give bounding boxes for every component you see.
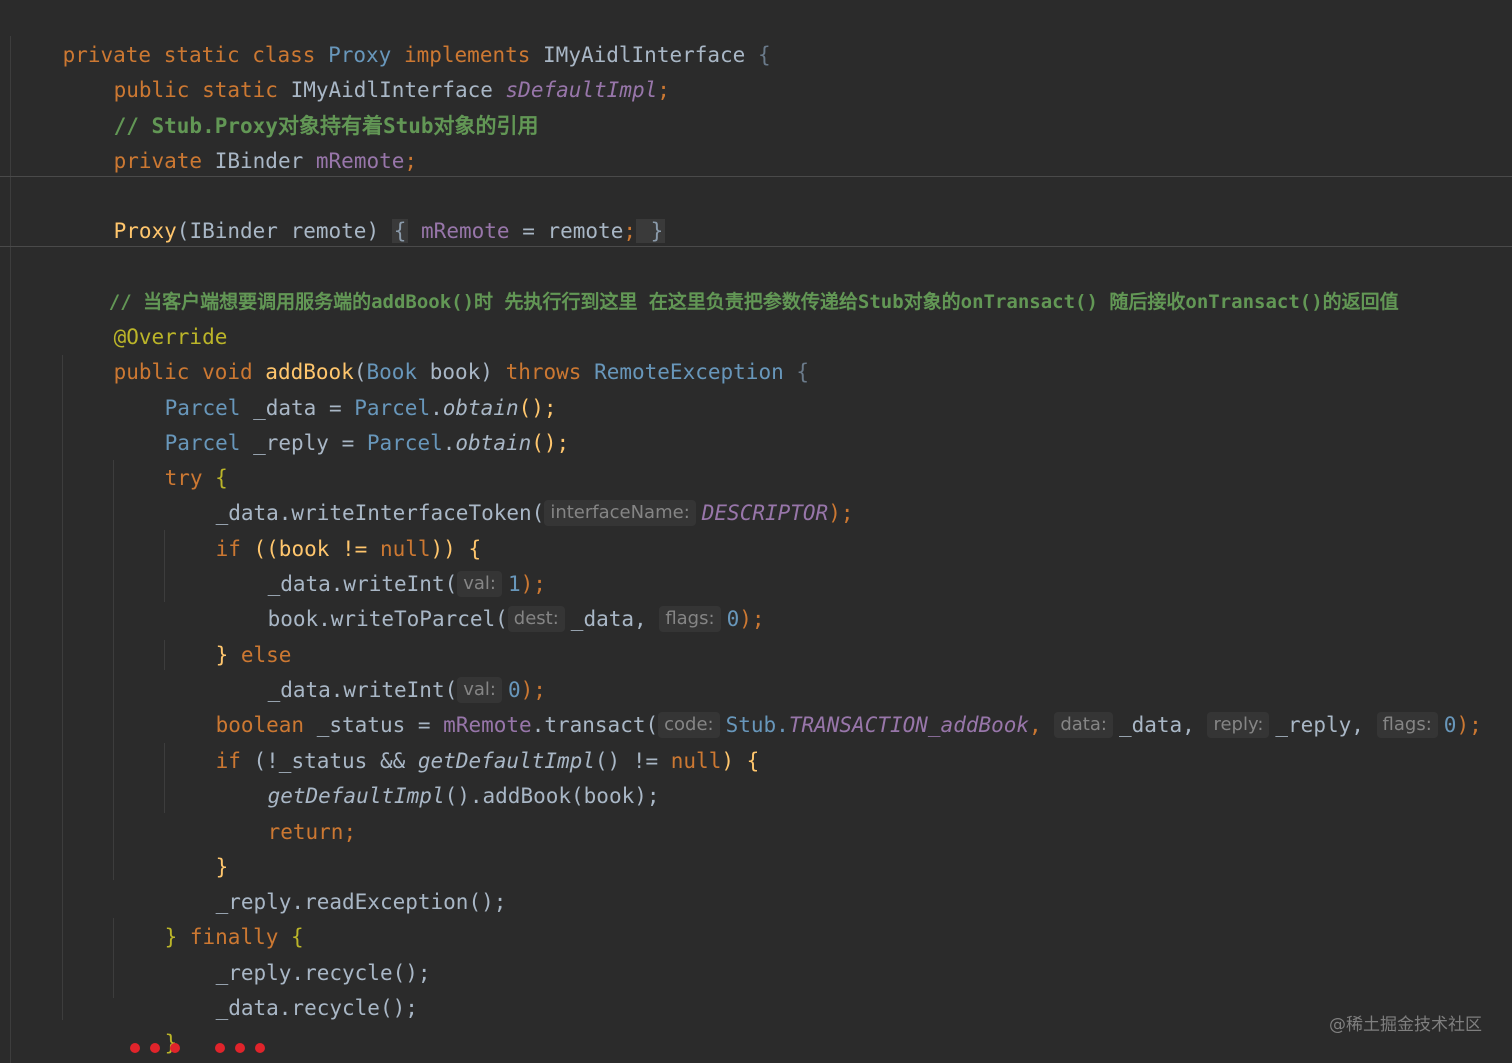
parameter-hint: dest:	[507, 606, 565, 632]
code-token: _data,	[1118, 713, 1208, 737]
punctuation-token: ;	[623, 219, 636, 243]
punctuation-token: ;	[404, 149, 418, 173]
code-line-4[interactable]: private IBinder mRemote;	[63, 107, 417, 173]
red-dot	[170, 1043, 180, 1053]
punctuation-token: );	[1456, 713, 1482, 737]
parameter-hint: data:	[1054, 712, 1113, 738]
code-token: _reply =	[240, 431, 367, 455]
code-line-8[interactable]: public void addBook(Book book) throws Re…	[63, 318, 809, 384]
code-line-10[interactable]: Parcel _reply = Parcel.obtain();	[114, 389, 570, 455]
red-dot	[215, 1043, 225, 1053]
parameter-hint: flags:	[659, 606, 721, 632]
code-line-18[interactable]: boolean _status = mRemote.transact(code:…	[165, 671, 1482, 738]
indent-guide	[62, 355, 63, 1020]
code-line-13[interactable]: if ((book != null)) {	[165, 495, 482, 561]
type-token: RemoteException	[594, 360, 784, 384]
constant-token: TRANSACTION_addBook	[788, 713, 1030, 737]
field-token: mRemote	[408, 219, 510, 243]
code-line-1[interactable]: private static class Proxy implements IM…	[12, 1, 771, 67]
type-token: IBinder	[214, 149, 316, 173]
keyword-token: return	[267, 820, 344, 844]
red-dot	[130, 1043, 140, 1053]
number-token: 0	[1443, 713, 1457, 737]
code-line-5[interactable]: Proxy(IBinder remote) { mRemote = remote…	[63, 177, 666, 243]
parameter-hint: interfaceName:	[544, 500, 696, 526]
code-editor[interactable]: private static class Proxy implements IM…	[0, 0, 1512, 1063]
folded-brace-token[interactable]: {	[391, 219, 409, 243]
punctuation-token: .	[442, 431, 456, 455]
constant-token: DESCRIPTOR	[701, 501, 829, 525]
code-line-23[interactable]: _reply.readException();	[165, 848, 507, 914]
parameter-hint: flags:	[1376, 712, 1438, 738]
comment-token: // 当客户端想要调用服务端的addBook()时 先执行行到这里 在这里负责把…	[108, 291, 1399, 313]
number-token: 0	[726, 607, 740, 631]
code-token: _data,	[570, 607, 660, 631]
punctuation-token: ();	[531, 431, 570, 455]
code-line-19[interactable]: if (!_status && getDefaultImpl() != null…	[165, 707, 760, 773]
punctuation-token: );	[739, 607, 765, 631]
code-line-11[interactable]: try {	[114, 424, 228, 490]
code-line-2[interactable]: public static IMyAidlInterface sDefaultI…	[63, 36, 670, 102]
code-line-21[interactable]: return;	[217, 778, 357, 844]
keyword-token: private	[113, 149, 215, 173]
code-line-12[interactable]: _data.writeInterfaceToken(interfaceName:…	[165, 459, 854, 526]
continuation-dots	[128, 1043, 268, 1057]
params-token: (IBinder remote)	[176, 219, 392, 243]
brace-token: {	[783, 360, 810, 384]
code-token: = remote	[509, 219, 624, 243]
code-line-17[interactable]: _data.writeInt(val: 0);	[217, 636, 546, 703]
red-dot	[150, 1043, 160, 1053]
code-line-7[interactable]: @Override	[63, 283, 228, 349]
code-line-26[interactable]: _data.recycle();	[165, 954, 418, 1020]
watermark-text: @稀土掘金技术社区	[1329, 1015, 1482, 1035]
parameter-hint: reply:	[1207, 712, 1270, 738]
red-dot	[235, 1043, 245, 1053]
red-dot	[255, 1043, 265, 1053]
code-line-15[interactable]: book.writeToParcel(dest: _data, flags: 0);	[217, 565, 765, 632]
code-line-3[interactable]: // Stub.Proxy对象持有着Stub对象的引用	[63, 72, 539, 138]
method-name-token: obtain	[455, 431, 532, 455]
type-token: Parcel	[366, 431, 443, 455]
punctuation-token: ;	[343, 820, 357, 844]
code-line-20[interactable]: getDefaultImpl().addBook(book);	[217, 742, 660, 808]
punctuation-token: ,	[1029, 713, 1055, 737]
code-line-28[interactable]: }	[63, 1024, 126, 1060]
code-line-24[interactable]: } finally {	[114, 883, 304, 949]
code-line-9[interactable]: Parcel _data = Parcel.obtain();	[114, 354, 557, 420]
brace-token: {	[745, 43, 771, 67]
field-token: mRemote	[315, 149, 405, 173]
indent-guide	[10, 36, 11, 1063]
code-line-27[interactable]: }	[114, 989, 178, 1055]
punctuation-token: );	[828, 501, 854, 525]
code-token: _reply,	[1275, 713, 1377, 737]
code-line-14[interactable]: _data.writeInt(val: 1);	[217, 530, 546, 597]
folded-brace-token[interactable]: }	[636, 219, 666, 243]
code-line-25[interactable]: _reply.recycle();	[165, 919, 431, 985]
code-token: ().addBook(book);	[444, 784, 660, 808]
punctuation-token: ;	[657, 78, 670, 102]
keyword-token: null	[670, 749, 722, 773]
constructor-token: Proxy	[113, 219, 177, 243]
code-line-16[interactable]: } else	[165, 601, 292, 667]
code-line-22[interactable]: }	[165, 813, 229, 879]
code-token: _data.recycle();	[215, 996, 418, 1020]
punctuation-token: ) {	[721, 749, 760, 773]
code-token: book.writeToParcel(	[267, 607, 508, 631]
code-line-6[interactable]: // 当客户端想要调用服务端的addBook()时 先执行行到这里 在这里负责把…	[63, 248, 1399, 313]
